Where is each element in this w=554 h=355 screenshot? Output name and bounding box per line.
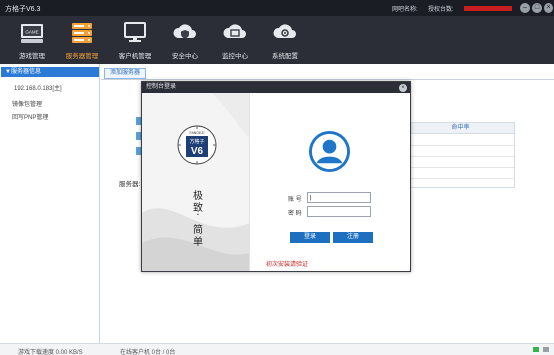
monitor-cloud-icon: [223, 24, 246, 38]
logo-version-text: V6: [191, 146, 204, 157]
license-value-redacted: [464, 6, 512, 11]
main-toolbar: GAME 游戏管理 服务器管理 客户机管理 安全中心 监控中心 系统配置: [0, 16, 554, 64]
logo-top-text: FANGEZI: [190, 131, 205, 135]
login-dialog: 控制台登录 × FANGEZI 方格子 V6 极 致 · 简 单 账 号 | 密…: [141, 81, 411, 272]
sidebar-item-writeback-pnp[interactable]: 回写PNP管理: [12, 112, 48, 121]
toolbar-game-management[interactable]: GAME 游戏管理: [7, 16, 57, 64]
fangezi-logo: FANGEZI 方格子 V6: [177, 125, 217, 165]
status-indicator-icon: [543, 347, 549, 352]
toolbar-label: 系统配置: [272, 53, 298, 60]
logo-brand-text: 方格子: [189, 138, 204, 145]
client-pc-icon: [124, 22, 146, 42]
server-table: 命中率: [406, 122, 515, 188]
status-indicator-icon: [533, 347, 539, 352]
toolbar-system-config[interactable]: 系统配置: [260, 16, 310, 64]
svg-text:GAME: GAME: [25, 30, 38, 35]
account-input[interactable]: [307, 192, 371, 203]
license-count-label: 授权台数:: [428, 7, 454, 13]
register-button[interactable]: 注册: [333, 232, 373, 243]
slogan-char: ·: [196, 210, 200, 221]
toolbar-label: 监控中心: [222, 53, 248, 60]
toolbar-client-management[interactable]: 客户机管理: [110, 16, 160, 64]
toolbar-monitor-center[interactable]: 监控中心: [210, 16, 260, 64]
sidebar-header-server-info[interactable]: ▼服务器信息: [1, 67, 99, 77]
app-title: 方格子V6.3: [5, 6, 41, 13]
close-icon[interactable]: ×: [544, 3, 553, 13]
security-cloud-icon: [173, 24, 196, 39]
restore-icon[interactable]: □: [532, 3, 542, 13]
sidebar-item-image-package[interactable]: 镜像包管理: [12, 99, 42, 108]
toolbar-label: 安全中心: [172, 53, 198, 60]
account-label: 账 号: [288, 197, 302, 203]
settings-cloud-icon: [273, 24, 296, 38]
slogan-char: 单: [193, 237, 203, 248]
toolbar-label: 客户机管理: [118, 53, 152, 60]
login-button[interactable]: 登录: [290, 232, 330, 243]
download-speed: 游戏下载速度 0.00 KB/S: [18, 350, 83, 355]
first-install-verify-link[interactable]: 初次安装请验证: [266, 259, 308, 268]
table-row: [407, 167, 514, 168]
password-input[interactable]: [307, 206, 371, 217]
server-icon: [72, 23, 92, 43]
brand-panel: FANGEZI 方格子 V6 极 致 · 简 单: [142, 93, 250, 271]
dialog-title: 控制台登录: [142, 82, 410, 93]
title-bar: 方格子V6.3 网吧名称: 授权台数: – □ ×: [0, 0, 554, 16]
toolbar-security-center[interactable]: 安全中心: [160, 16, 210, 64]
sidebar-item-server-ip[interactable]: 192.168.0.183[主]: [14, 83, 62, 92]
online-clients: 在线客户机 0台 / 0台: [120, 350, 176, 355]
toolbar-label: 游戏管理: [19, 53, 45, 60]
tab-divider: [101, 79, 554, 80]
minimize-icon[interactable]: –: [520, 3, 530, 13]
table-row: [407, 156, 514, 157]
game-icon: GAME: [21, 24, 43, 43]
tab-add-server[interactable]: 添加服务器: [104, 68, 147, 79]
server-label: 服务器:: [119, 181, 141, 188]
license-name-label: 网吧名称:: [392, 7, 418, 13]
table-row: [407, 145, 514, 146]
toolbar-label: 服务器管理: [65, 53, 99, 60]
table-row: [407, 178, 514, 179]
user-avatar-icon: [308, 130, 351, 173]
table-header-hit-rate: 命中率: [407, 123, 514, 134]
password-label: 密 码: [288, 211, 302, 217]
sidebar: ▼服务器信息 192.168.0.183[主] 镜像包管理 回写PNP管理: [0, 64, 100, 343]
status-bar: 游戏下载速度 0.00 KB/S 在线客户机 0台 / 0台: [0, 343, 554, 355]
toolbar-server-management[interactable]: 服务器管理: [57, 16, 107, 64]
close-icon[interactable]: ×: [399, 84, 407, 92]
